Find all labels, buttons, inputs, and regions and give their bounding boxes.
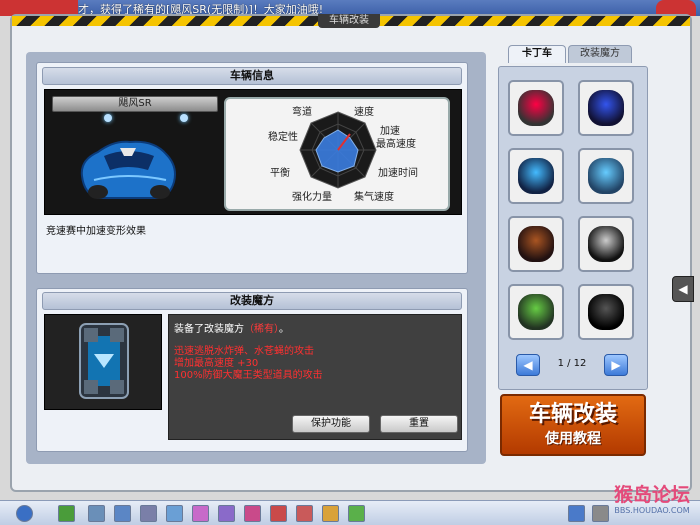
kart-slot[interactable] [508,284,564,340]
equipped-text: 装备了改装魔方（稀有）。 [174,320,289,335]
light-icon [180,114,188,122]
car-image [80,140,176,199]
kart-pager: ◀ 1 / 12 ▶ [516,352,628,378]
kart-slot[interactable] [578,148,634,204]
mod-magic-heading: 改装魔方 [42,292,462,310]
home-icon[interactable] [114,505,131,522]
heart-icon[interactable] [244,505,261,522]
black-red-kart-icon [518,226,554,262]
gift-icon[interactable] [192,505,209,522]
message-icon[interactable] [348,505,365,522]
car-description: 竞速赛中加速变形效果 [46,226,146,237]
vehicle-info-heading: 车辆信息 [42,67,462,85]
stat-top-speed: 最高速度 [376,139,416,150]
equipped-rarity: （稀有） [244,324,279,335]
page-indicator: 1 / 12 [557,358,587,369]
car-wheel [88,185,108,199]
mod-cube-icon [79,323,129,399]
tutorial-button-subtitle: 使用教程 [545,431,601,447]
small-blue-kart-icon [588,158,624,194]
red-kart-icon [518,90,554,126]
car-wheel [150,185,170,199]
side-collapse-arrow[interactable]: ◀ [672,276,694,302]
tutorial-button[interactable]: 车辆改装 使用教程 [500,394,646,456]
back-icon[interactable] [58,505,75,522]
light-icon [104,114,112,122]
equipped-prefix: 装备了改装魔方 [174,324,244,335]
tab-kart[interactable]: 卡丁车 [508,45,566,63]
site-watermark: 猴岛论坛 BBS.HOUDAO.COM [606,484,698,524]
friends-icon[interactable] [296,505,313,522]
watermark-url: BBS.HOUDAO.COM [614,506,690,515]
stat-charge-speed: 集气速度 [354,192,394,203]
blue-kart-icon [588,90,624,126]
blue-white-kart-icon [518,158,554,194]
next-page-button[interactable]: ▶ [604,354,628,376]
kart-slot[interactable] [578,216,634,272]
stat-boost-power: 强化力量 [292,192,332,203]
black-white-kart-icon [588,226,624,262]
kart-slot[interactable] [508,80,564,136]
window-title: 车辆改装 [318,14,380,28]
radar-chart [299,111,377,189]
watermark-title: 猴岛论坛 [613,484,690,506]
effect-line: 100%防御大魔王类型道具的攻击 [174,370,323,381]
book-icon[interactable] [270,505,287,522]
tab-mod-magic[interactable]: 改装魔方 [568,45,632,63]
protect-button[interactable]: 保护功能 [292,415,370,433]
car-name-plate: 飓风SR [52,96,218,112]
stat-accel-time: 加速时间 [378,168,418,179]
tutorial-button-title: 车辆改装 [528,402,617,427]
start-icon[interactable] [16,505,33,522]
equipped-suffix: 。 [279,324,289,335]
stat-stability: 稳定性 [268,132,298,143]
mail-icon[interactable] [568,505,585,522]
kart-slot[interactable] [508,216,564,272]
stat-cornering: 弯道 [292,107,312,118]
stat-speed: 速度 [354,107,374,118]
kart-icon[interactable] [88,505,105,522]
tools-icon[interactable] [140,505,157,522]
people-icon[interactable] [218,505,235,522]
stat-balance: 平衡 [270,168,290,179]
bottom-taskbar [0,500,700,525]
kart-slot[interactable] [578,80,634,136]
kart-slot[interactable] [508,148,564,204]
green-kart-icon [518,294,554,330]
reset-button[interactable]: 重置 [380,415,458,433]
dark-shark-kart-icon [588,294,624,330]
shop-icon[interactable] [322,505,339,522]
chat-icon[interactable] [166,505,183,522]
prev-page-button[interactable]: ◀ [516,354,540,376]
kart-slot[interactable] [578,284,634,340]
